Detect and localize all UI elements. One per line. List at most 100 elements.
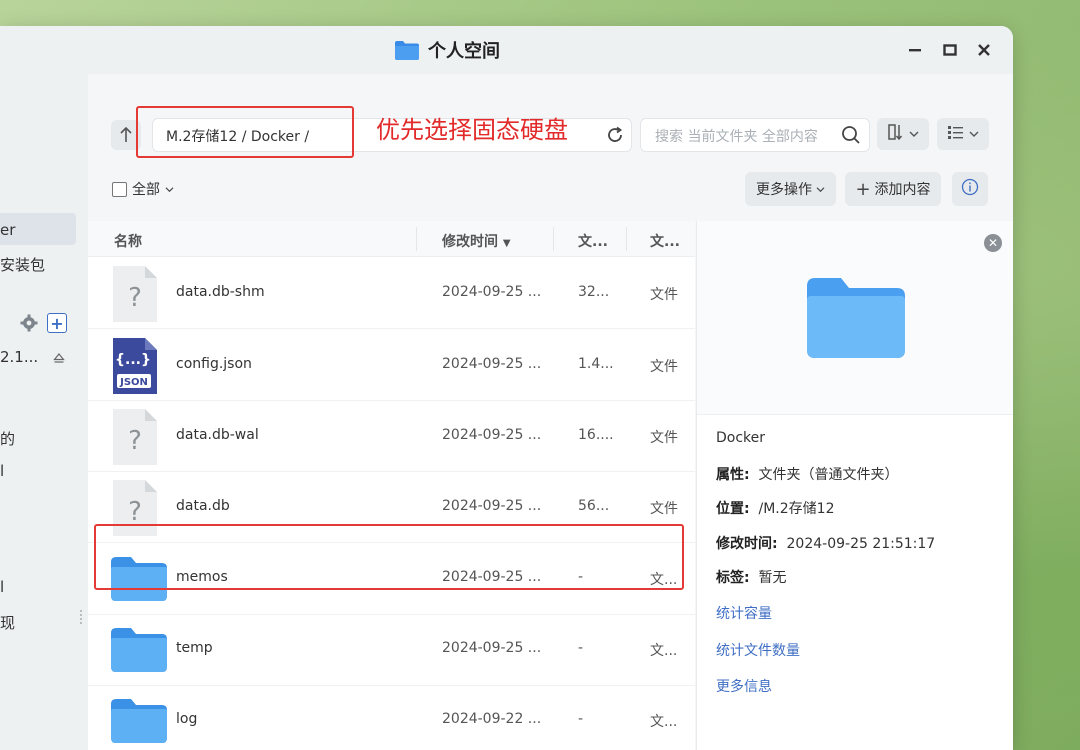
file-name[interactable]: data.db	[176, 498, 230, 514]
detail-name: Docker	[716, 430, 766, 446]
search-icon[interactable]	[841, 125, 861, 149]
chevron-down-icon	[816, 181, 825, 197]
table-row[interactable]: {...} JSON config.json 2024-09-25 ... 1.4…	[88, 329, 695, 401]
sidebar-item-device[interactable]: 2.1...	[0, 348, 38, 366]
search-input[interactable]: 搜索 当前文件夹 全部内容	[640, 118, 870, 152]
file-name[interactable]: data.db-shm	[176, 284, 265, 300]
info-icon	[961, 178, 979, 200]
file-size: 16....	[578, 427, 614, 443]
file-type: 文...	[650, 714, 678, 730]
folder-icon	[111, 699, 167, 747]
svg-text:?: ?	[128, 426, 142, 456]
detail-attribute-label: 属性:	[716, 467, 750, 483]
sidebar-item-7[interactable]: 现	[0, 612, 15, 633]
file-modified: 2024-09-25 ...	[442, 356, 542, 372]
column-header-type[interactable]: 文...	[650, 231, 680, 251]
stat-capacity-link[interactable]: 统计容量	[716, 603, 772, 623]
file-list: 名称 修改时间 ▼ 文... 文... ? data.db-shm 2024-0…	[88, 221, 695, 750]
column-header-name[interactable]: 名称	[114, 231, 142, 251]
detail-tags: 标签: 暂无	[716, 567, 787, 587]
file-modified: 2024-09-25 ...	[442, 284, 542, 300]
file-type: 文...	[650, 643, 678, 659]
svg-text:?: ?	[128, 497, 142, 527]
table-row[interactable]: temp 2024-09-25 ... - 文...	[88, 614, 695, 686]
sidebar-item-6[interactable]: l	[0, 578, 4, 596]
file-name[interactable]: data.db-wal	[176, 427, 259, 443]
table-row[interactable]: ? data.db-shm 2024-09-25 ... 32... 文件	[88, 257, 695, 329]
window-title: 个人空间	[428, 41, 500, 62]
search-placeholder: 搜索 当前文件夹 全部内容	[655, 129, 818, 145]
chevron-down-icon	[969, 127, 979, 142]
gear-icon[interactable]	[20, 314, 38, 336]
file-modified: 2024-09-25 ...	[442, 498, 542, 514]
file-manager-window: 个人空间 er 安装包 + 2.1... 的 l l 现 M.2存储12 / D…	[0, 26, 1013, 750]
eject-icon[interactable]	[53, 349, 65, 368]
file-modified: 2024-09-25 ...	[442, 427, 542, 443]
file-size: 1.4...	[578, 356, 614, 372]
file-name[interactable]: temp	[176, 640, 213, 656]
select-all-toggle[interactable]: 全部	[112, 179, 174, 199]
column-header-modified[interactable]: 修改时间 ▼	[442, 231, 511, 251]
file-type: 文件	[650, 287, 678, 303]
detail-attribute-value: 文件夹（普通文件夹）	[758, 467, 899, 483]
unknown-file-icon: ?	[111, 409, 157, 469]
path-highlight-box	[136, 106, 354, 158]
svg-text:JSON: JSON	[119, 377, 148, 388]
info-button[interactable]	[952, 172, 988, 206]
file-name[interactable]: config.json	[176, 356, 252, 372]
detail-tags-value: 暂无	[758, 570, 787, 586]
close-button[interactable]	[974, 40, 994, 60]
column-divider[interactable]	[416, 227, 417, 251]
memos-highlight-box	[94, 524, 684, 590]
layout-view-button[interactable]	[937, 118, 989, 150]
table-row[interactable]: ? data.db-wal 2024-09-25 ... 16.... 文件	[88, 400, 695, 472]
column-header-modified-label: 修改时间	[442, 234, 498, 250]
refresh-button[interactable]	[600, 120, 630, 150]
file-size: 32...	[578, 284, 610, 300]
file-type: 文件	[650, 430, 678, 446]
svg-text:?: ?	[128, 283, 142, 313]
chevron-down-icon	[909, 127, 919, 142]
more-actions-button[interactable]: 更多操作	[745, 172, 836, 206]
sort-view-button[interactable]	[877, 118, 929, 150]
sidebar-item-installer[interactable]: 安装包	[0, 254, 45, 275]
chevron-down-icon	[165, 181, 174, 197]
sidebar-item-5[interactable]: l	[0, 462, 4, 480]
file-modified: 2024-09-22 ...	[442, 711, 542, 727]
sidebar: er 安装包 + 2.1... 的 l l 现	[0, 74, 88, 750]
window-title-group: 个人空间	[394, 38, 500, 62]
sidebar-resize-handle[interactable]	[80, 610, 86, 624]
detail-location-value: /M.2存储12	[758, 501, 835, 517]
folder-icon	[807, 278, 905, 362]
main-content: M.2存储12 / Docker / 优先选择固态硬盘 搜索 当前文件夹 全部内…	[88, 74, 1013, 750]
file-type: 文件	[650, 359, 678, 375]
sidebar-item-4[interactable]: 的	[0, 428, 15, 449]
column-divider[interactable]	[553, 227, 554, 251]
add-content-button[interactable]: + 添加内容	[845, 172, 941, 206]
select-all-label: 全部	[132, 182, 160, 198]
close-detail-button[interactable]: ✕	[984, 234, 1002, 252]
stat-file-count-link[interactable]: 统计文件数量	[716, 640, 800, 660]
column-header-size[interactable]: 文...	[578, 231, 608, 251]
svg-text:{...}: {...}	[115, 352, 151, 368]
sidebar-item-docker[interactable]: er	[0, 221, 15, 239]
sort-desc-icon: ▼	[502, 238, 511, 249]
title-bar: 个人空间	[0, 26, 1013, 74]
detail-modified-value: 2024-09-25 21:51:17	[786, 536, 936, 552]
maximize-button[interactable]	[940, 40, 960, 60]
table-row[interactable]: log 2024-09-22 ... - 文...	[88, 685, 695, 750]
select-all-checkbox[interactable]	[112, 181, 127, 197]
column-divider[interactable]	[626, 227, 627, 251]
minimize-button[interactable]	[905, 40, 925, 60]
more-actions-label: 更多操作	[756, 182, 812, 198]
list-view-icon	[947, 124, 965, 144]
more-info-link[interactable]: 更多信息	[716, 676, 772, 696]
detail-panel: ✕ Docker 属性: 文件夹（普通文件夹） 位置: /M.2存储12 修改时…	[696, 221, 1013, 750]
detail-preview: ✕	[697, 221, 1013, 415]
file-size: -	[578, 640, 584, 656]
file-name[interactable]: log	[176, 711, 197, 727]
detail-location-label: 位置:	[716, 501, 750, 517]
detail-modified-label: 修改时间:	[716, 536, 778, 552]
add-location-button[interactable]: +	[47, 313, 67, 333]
annotation-text: 优先选择固态硬盘	[376, 116, 568, 144]
